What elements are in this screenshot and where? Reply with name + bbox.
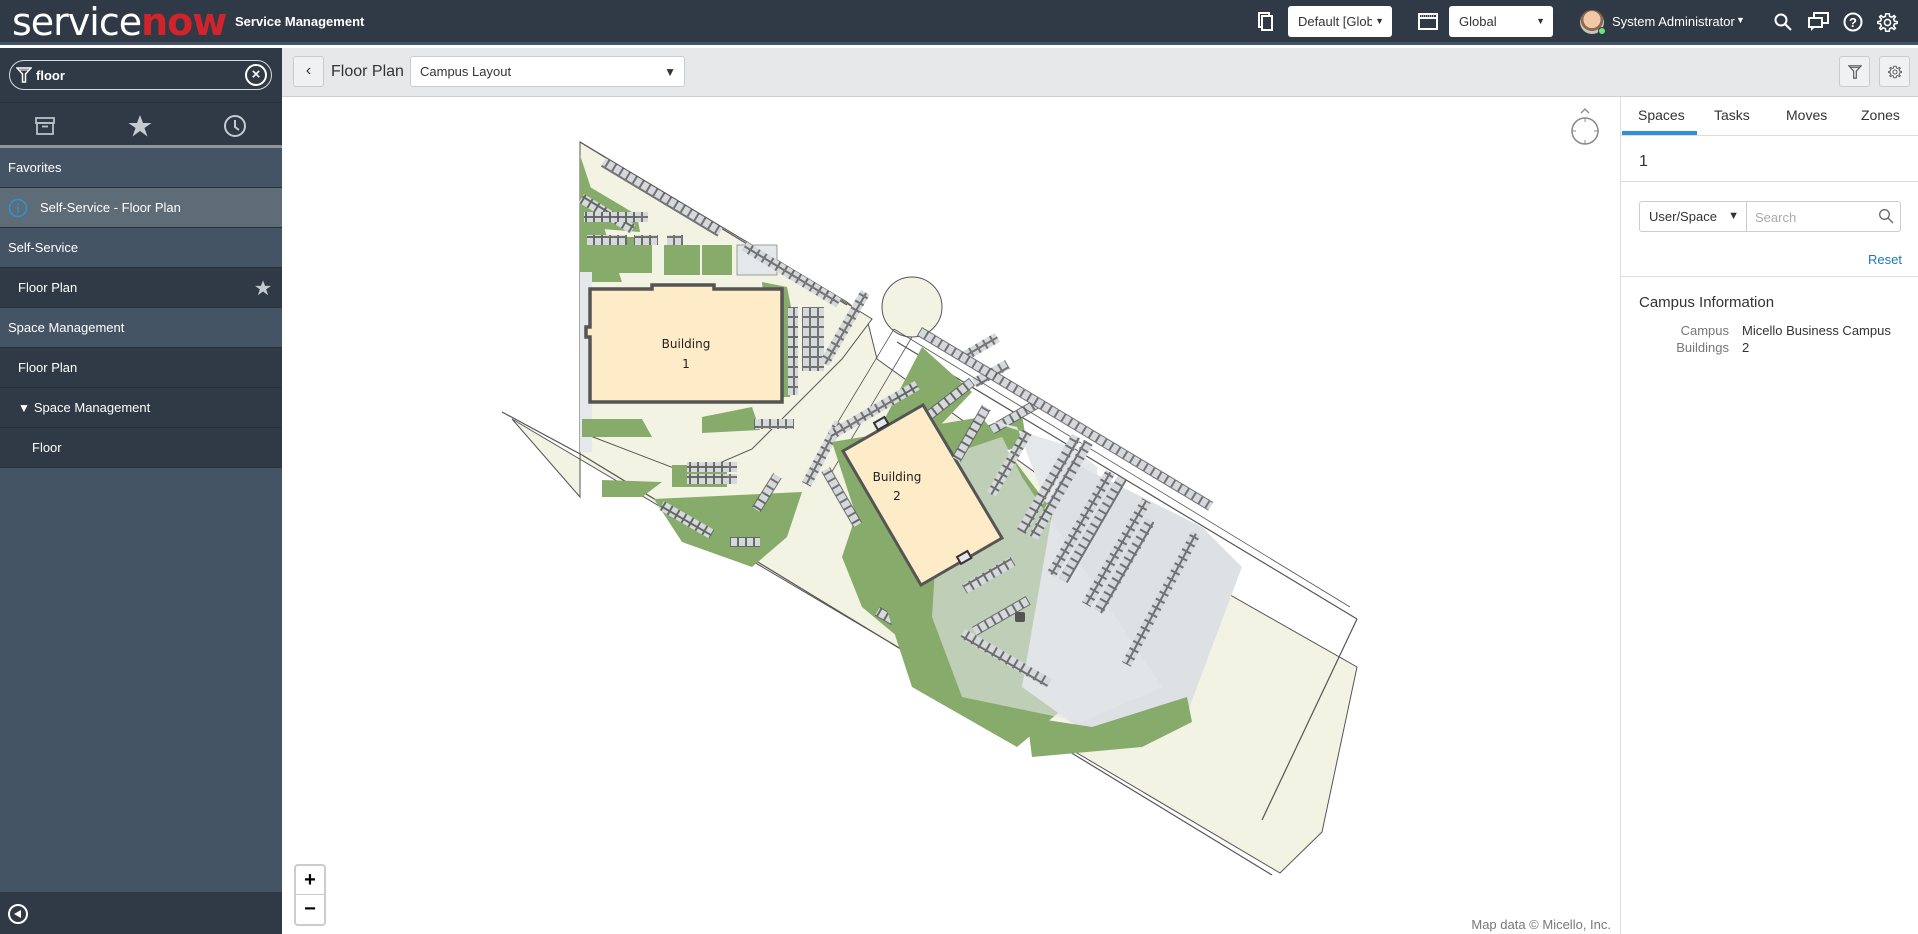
- servicenow-logo[interactable]: servicenow: [12, 3, 227, 41]
- navigator-filter-input[interactable]: [36, 65, 236, 85]
- campus-map[interactable]: Building 1 Building 2 + − Map data © Mic…: [282, 97, 1620, 934]
- grass-area: [582, 419, 652, 437]
- user-menu[interactable]: System Administrator: [1612, 14, 1735, 29]
- space-search[interactable]: [1746, 201, 1901, 232]
- main-content: ‹ Floor Plan Campus Layout ▼ Building 1 …: [282, 48, 1918, 934]
- filter-button[interactable]: [1839, 56, 1870, 87]
- zoom-out-button[interactable]: −: [296, 895, 324, 924]
- filter-icon: [1848, 65, 1862, 79]
- space-search-input[interactable]: [1755, 208, 1875, 226]
- parking-row: [667, 235, 683, 245]
- settings-gear-icon[interactable]: [1877, 12, 1898, 33]
- chevron-down-icon: ▼: [1375, 16, 1384, 26]
- nav-app-self-service[interactable]: Self-Service: [0, 228, 282, 268]
- page-title: Floor Plan: [331, 63, 404, 80]
- expand-triangle-icon[interactable]: ▼: [18, 401, 30, 415]
- info-icon: [8, 198, 28, 218]
- chevron-down-icon: ▼: [1728, 210, 1739, 222]
- nav-app-space-management[interactable]: Space Management: [0, 308, 282, 348]
- accessible-parking-marker: [1015, 612, 1025, 622]
- app-scope-icon[interactable]: [1418, 13, 1438, 30]
- layout-select[interactable]: Campus Layout ▼: [410, 56, 685, 87]
- favorite-star-icon[interactable]: [254, 279, 272, 297]
- building-2-number: 2: [893, 489, 901, 503]
- info-value-buildings: 2: [1742, 340, 1750, 355]
- presence-indicator: [1598, 27, 1606, 35]
- chevron-left-icon: ‹: [305, 62, 312, 79]
- top-banner: servicenow Service Management Default [G…: [0, 0, 1918, 45]
- search-icon[interactable]: [1878, 208, 1894, 224]
- parking-row: [788, 307, 798, 395]
- connect-chat-icon[interactable]: [1808, 12, 1830, 32]
- info-label-campus: Campus: [1680, 323, 1729, 338]
- nav-module-floor-plan[interactable]: Floor Plan: [0, 268, 282, 308]
- nav-module-floor[interactable]: Floor: [0, 428, 282, 468]
- map-attribution: Map data © Micello, Inc.: [1471, 917, 1611, 932]
- campus-map-canvas[interactable]: Building 1 Building 2: [282, 97, 1620, 934]
- active-tab-indicator: [1622, 131, 1697, 135]
- clear-filter-icon[interactable]: ×: [245, 64, 267, 86]
- spaces-count: 1: [1639, 153, 1648, 170]
- filter-icon: [16, 67, 32, 83]
- navigator-tabs: [0, 102, 282, 148]
- settings-button[interactable]: [1879, 56, 1910, 87]
- grass-area: [664, 245, 700, 275]
- chevron-down-icon: ▼: [1536, 16, 1545, 26]
- tab-zones[interactable]: Zones: [1861, 107, 1900, 123]
- campus-info-title: Campus Information: [1639, 294, 1775, 311]
- building-1-label: Building: [662, 337, 711, 351]
- spaces-panel: Spaces Tasks Moves Zones 1 User/Space▼ R…: [1620, 97, 1918, 934]
- nav-section-favorites: Favorites: [0, 148, 282, 188]
- update-set-select[interactable]: Default [Global]▼: [1288, 6, 1392, 37]
- app-title: Service Management: [235, 14, 365, 29]
- update-set-icon[interactable]: [1258, 12, 1274, 32]
- building-1-number: 1: [682, 357, 690, 371]
- tab-spaces[interactable]: Spaces: [1638, 107, 1685, 123]
- compass-icon[interactable]: [1567, 107, 1603, 149]
- grass-area: [702, 245, 732, 275]
- search-type-select[interactable]: User/Space ▼: [1639, 201, 1747, 232]
- navigator-sidebar: × Favorites Self-Service - Floor Plan Se…: [0, 48, 282, 934]
- panel-tabs: Spaces Tasks Moves Zones: [1621, 97, 1918, 136]
- tab-tasks[interactable]: Tasks: [1714, 107, 1750, 123]
- parking-row: [754, 419, 794, 429]
- roundabout: [881, 276, 943, 338]
- building-2-label: Building: [873, 470, 922, 484]
- chevron-down-icon: ▼: [664, 65, 676, 79]
- tab-moves[interactable]: Moves: [1786, 107, 1827, 123]
- map-zoom-control: + −: [294, 864, 326, 926]
- collapse-navigator-icon[interactable]: [8, 904, 28, 924]
- all-applications-tab[interactable]: [32, 113, 58, 139]
- svg-text:?: ?: [1849, 15, 1857, 30]
- application-scope-select[interactable]: Global ▼: [1449, 6, 1553, 37]
- user-avatar[interactable]: [1580, 10, 1606, 35]
- parking-row: [584, 212, 648, 222]
- nav-module-floor-plan-2[interactable]: Floor Plan: [0, 348, 282, 388]
- zoom-in-button[interactable]: +: [296, 866, 324, 895]
- parking-row: [730, 537, 760, 547]
- history-tab[interactable]: [222, 113, 248, 139]
- info-label-buildings: Buildings: [1676, 340, 1729, 355]
- nav-favorite-self-service-floor-plan[interactable]: Self-Service - Floor Plan: [0, 188, 282, 228]
- reset-link[interactable]: Reset: [1868, 252, 1902, 267]
- navigator-filter[interactable]: ×: [9, 60, 272, 90]
- help-icon[interactable]: ?: [1843, 12, 1863, 32]
- search-icon[interactable]: [1774, 13, 1792, 31]
- parking-row: [687, 462, 737, 472]
- parking-row: [687, 474, 737, 484]
- parking-row: [634, 235, 658, 245]
- floor-plan-toolbar: ‹ Floor Plan Campus Layout ▼: [282, 48, 1918, 97]
- parking-row: [587, 235, 627, 245]
- back-button[interactable]: ‹: [293, 56, 324, 87]
- favorites-tab[interactable]: [127, 113, 153, 139]
- chevron-down-icon[interactable]: ▼: [1736, 15, 1745, 25]
- info-value-campus: Micello Business Campus: [1742, 323, 1891, 338]
- nav-module-space-management[interactable]: ▼ Space Management: [0, 388, 282, 428]
- gear-icon: [1888, 65, 1902, 79]
